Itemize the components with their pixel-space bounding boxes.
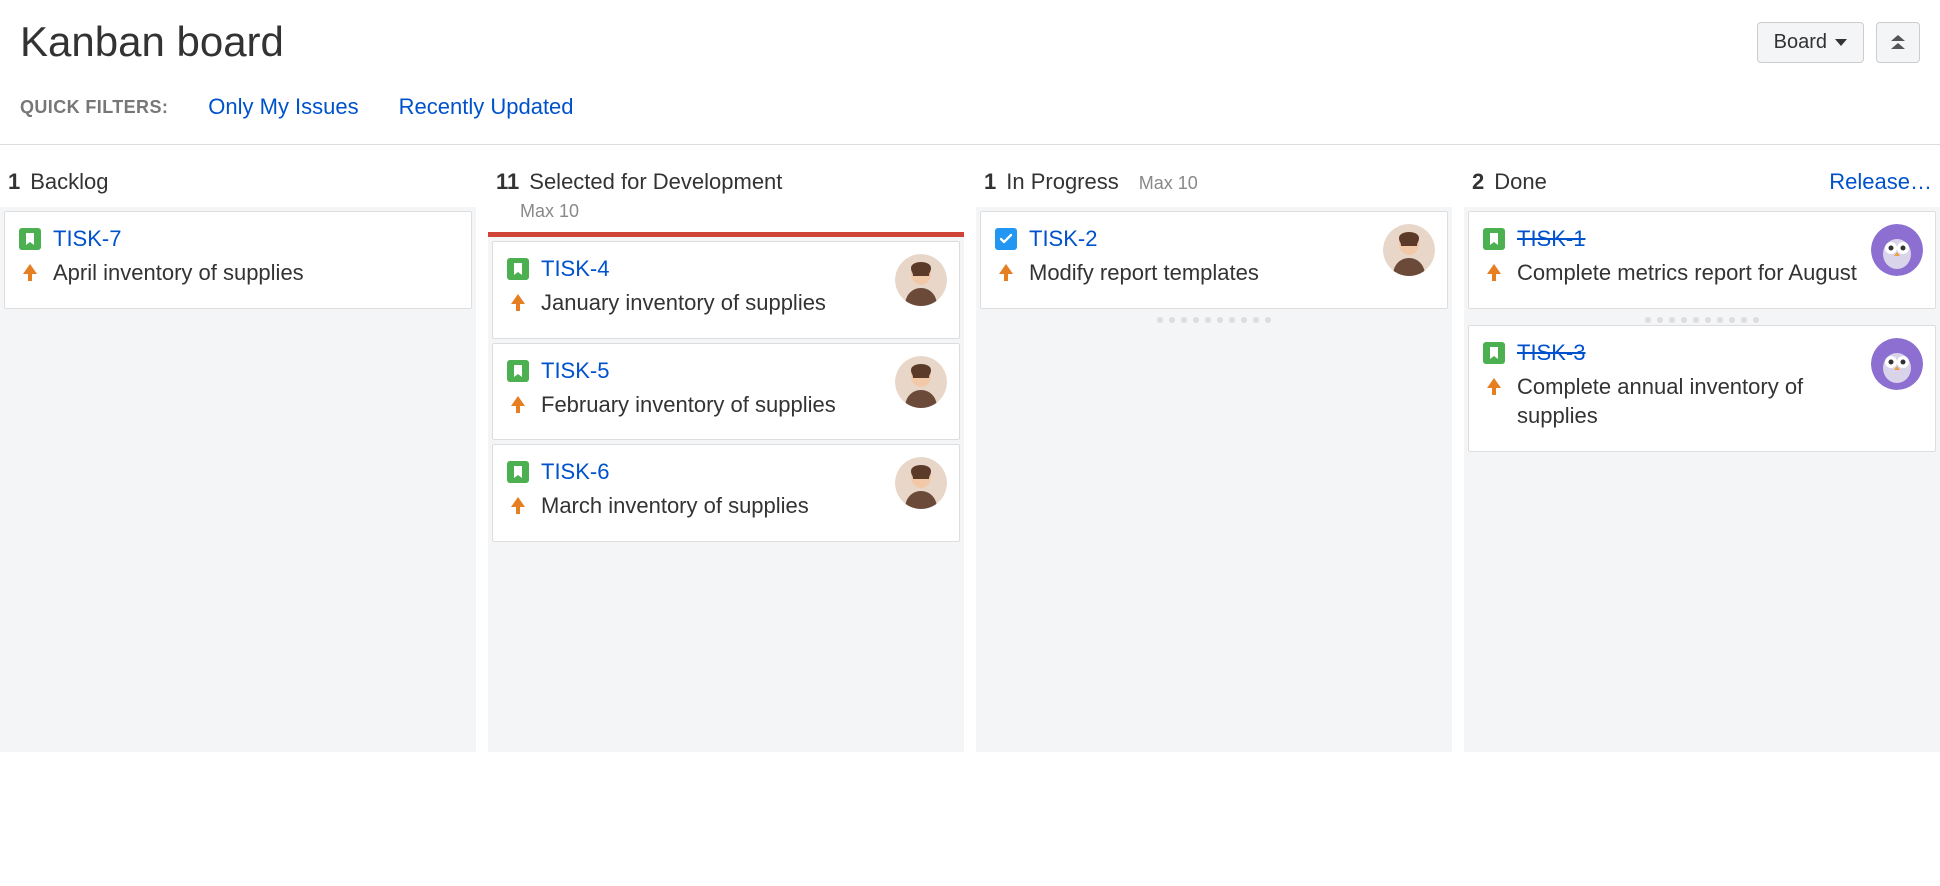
column-count: 1 — [8, 169, 20, 195]
assignee-avatar[interactable] — [895, 254, 947, 306]
priority-icon — [1483, 258, 1505, 280]
issue-card[interactable]: TISK-4 January inventory of supplies — [492, 241, 960, 339]
priority-icon — [507, 491, 529, 513]
column-body: TISK-7 April inventory of supplies — [0, 207, 476, 752]
column: 1 Backlog TISK-7 April inventory of suppli… — [0, 169, 476, 752]
issue-key[interactable]: TISK-2 — [1029, 226, 1097, 252]
issue-summary: February inventory of supplies — [541, 390, 896, 420]
column-name: Selected for Development — [529, 169, 782, 195]
assignee-avatar[interactable] — [1871, 224, 1923, 276]
issue-card[interactable]: TISK-5 February inventory of supplies — [492, 343, 960, 441]
issue-summary: Complete annual inventory of supplies — [1517, 372, 1921, 431]
assignee-avatar[interactable] — [1871, 338, 1923, 390]
story-type-icon — [19, 228, 41, 250]
assignee-avatar[interactable] — [895, 457, 947, 509]
priority-icon — [507, 288, 529, 310]
card-day-dots — [1468, 313, 1936, 325]
quick-filters: QUICK FILTERS: Only My Issues Recently U… — [20, 94, 1920, 120]
column-count: 1 — [984, 169, 996, 195]
story-type-icon — [1483, 342, 1505, 364]
issue-card[interactable]: TISK-2 Modify report templates — [980, 211, 1448, 309]
story-type-icon — [507, 258, 529, 280]
issue-summary: January inventory of supplies — [541, 288, 886, 318]
issue-key[interactable]: TISK-7 — [53, 226, 121, 252]
caret-down-icon — [1835, 39, 1847, 46]
column-header: 1 In Progress Max 10 — [976, 169, 1452, 207]
priority-icon — [1483, 372, 1505, 394]
column-name: In Progress — [1006, 169, 1119, 195]
column-body: TISK-4 January inventory of supplies TISK… — [488, 232, 964, 752]
issue-key[interactable]: TISK-1 — [1517, 226, 1585, 252]
column: 11 Selected for Development Max 10 TISK-4 J… — [488, 169, 964, 752]
column-max: Max 10 — [488, 201, 964, 222]
collapse-button[interactable] — [1876, 22, 1920, 63]
column-body: TISK-2 Modify report templates — [976, 207, 1452, 752]
column-header: 2 Done Release… — [1464, 169, 1940, 207]
release-link[interactable]: Release… — [1829, 169, 1932, 195]
assignee-avatar[interactable] — [895, 356, 947, 408]
column-header: 1 Backlog — [0, 169, 476, 207]
issue-key[interactable]: TISK-6 — [541, 459, 609, 485]
column-max: Max 10 — [1139, 173, 1198, 194]
issue-key[interactable]: TISK-3 — [1517, 340, 1585, 366]
filter-recently-updated[interactable]: Recently Updated — [399, 94, 574, 120]
story-type-icon — [507, 461, 529, 483]
column: 1 In Progress Max 10 TISK-2 Modify report t… — [976, 169, 1452, 752]
column-name: Done — [1494, 169, 1547, 195]
priority-icon — [995, 258, 1017, 280]
quick-filters-label: QUICK FILTERS: — [20, 97, 168, 118]
issue-key[interactable]: TISK-4 — [541, 256, 609, 282]
column-name: Backlog — [30, 169, 108, 195]
issue-card[interactable]: TISK-3 Complete annual inventory of suppl… — [1468, 325, 1936, 452]
card-day-dots — [980, 313, 1448, 325]
board-dropdown-label: Board — [1774, 31, 1827, 54]
page-title: Kanban board — [20, 18, 284, 66]
board-dropdown[interactable]: Board — [1757, 22, 1864, 63]
issue-key[interactable]: TISK-5 — [541, 358, 609, 384]
column-count: 2 — [1472, 169, 1484, 195]
chevrons-up-icon — [1891, 34, 1905, 50]
issue-summary: March inventory of supplies — [541, 491, 869, 521]
issue-summary: Modify report templates — [1029, 258, 1319, 288]
task-type-icon — [995, 228, 1017, 250]
column-count: 11 — [496, 169, 519, 195]
assignee-avatar[interactable] — [1383, 224, 1435, 276]
priority-icon — [507, 390, 529, 412]
story-type-icon — [1483, 228, 1505, 250]
issue-summary: Complete metrics report for August — [1517, 258, 1917, 288]
issue-card[interactable]: TISK-1 Complete metrics report for August — [1468, 211, 1936, 309]
priority-icon — [19, 258, 41, 280]
header-actions: Board — [1757, 22, 1920, 63]
filter-only-my-issues[interactable]: Only My Issues — [208, 94, 358, 120]
column: 2 Done Release… TISK-1 Complete metrics rep… — [1464, 169, 1940, 752]
issue-summary: April inventory of supplies — [53, 258, 364, 288]
column-body: TISK-1 Complete metrics report for August… — [1464, 207, 1940, 752]
issue-card[interactable]: TISK-7 April inventory of supplies — [4, 211, 472, 309]
issue-card[interactable]: TISK-6 March inventory of supplies — [492, 444, 960, 542]
story-type-icon — [507, 360, 529, 382]
